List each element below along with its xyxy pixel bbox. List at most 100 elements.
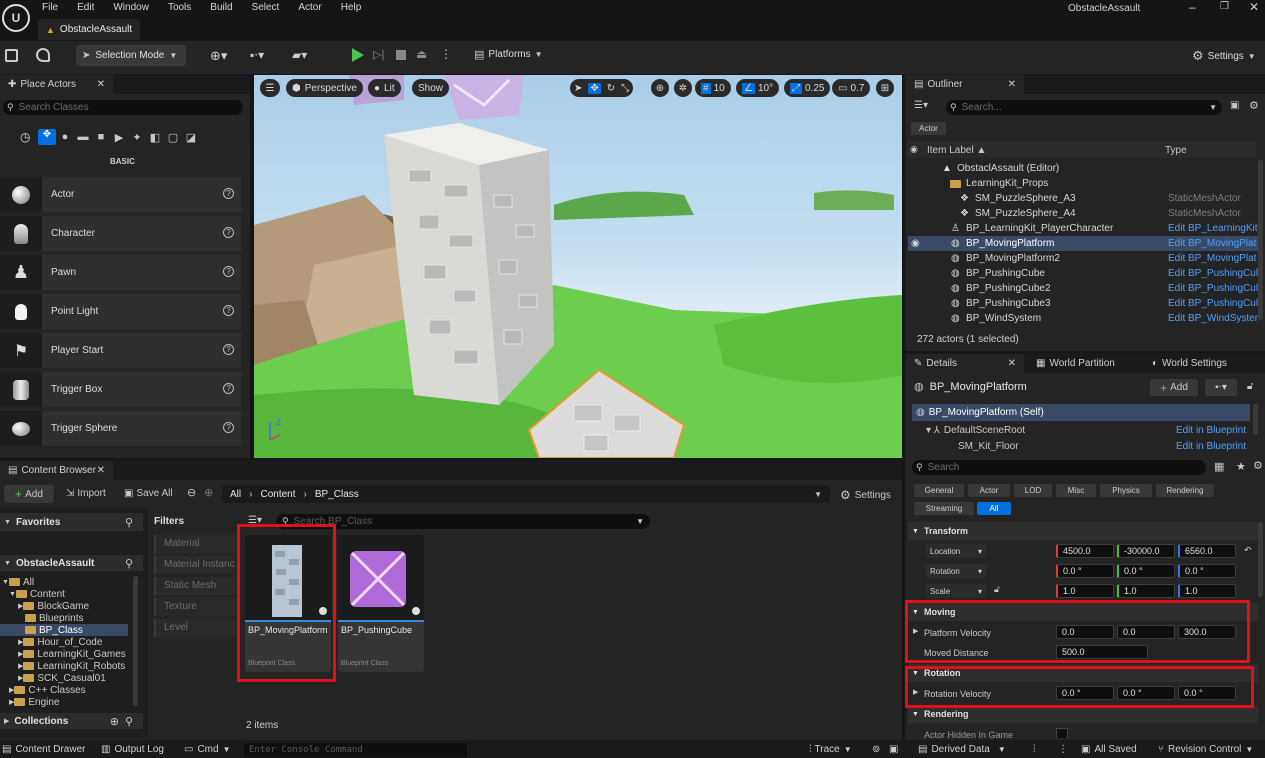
- level-viewport[interactable]: Z ☰ ⬢ Perspective ● Lit Show ➤ ✥ ↻ ⤡ ⊕ ✲…: [254, 75, 902, 458]
- help-icon[interactable]: ?: [223, 266, 234, 277]
- filter-streaming[interactable]: Streaming: [914, 502, 974, 515]
- restore-icon[interactable]: ❐: [1220, 1, 1229, 12]
- filter-misc[interactable]: Misc: [1056, 484, 1096, 497]
- help-icon[interactable]: ?: [223, 188, 234, 199]
- menu-tools[interactable]: Tools: [168, 2, 191, 13]
- edit-blueprint-link[interactable]: Edit BP_PushingCul: [1168, 268, 1258, 279]
- crumb-all[interactable]: All: [230, 489, 241, 500]
- blueprint-options-icon[interactable]: ▪⋅▾: [1205, 379, 1237, 396]
- add-collection-icon[interactable]: ⊕: [110, 715, 119, 728]
- tree-item-hour-of-code[interactable]: ▶ Hour_of_Code: [18, 636, 102, 648]
- menu-file[interactable]: File: [42, 2, 58, 13]
- save-icon[interactable]: [5, 49, 18, 62]
- outliner-row[interactable]: LearningKit_Props: [908, 176, 1258, 191]
- blueprint-icon[interactable]: ▪⋅▾: [250, 48, 264, 62]
- outliner-row[interactable]: ◍ BP_PushingCube3 Edit BP_PushingCul: [908, 296, 1258, 311]
- place-actor-item[interactable]: Trigger Sphere ?: [0, 411, 241, 446]
- volumes-icon[interactable]: ◧: [146, 131, 164, 144]
- rotation-snap-button[interactable]: ∠ 10°: [736, 79, 780, 97]
- help-icon[interactable]: ?: [223, 227, 234, 238]
- viewport-menu-button[interactable]: ☰: [260, 79, 280, 97]
- details-settings-icon[interactable]: ⚙: [1253, 459, 1263, 472]
- component-self[interactable]: ◍ BP_MovingPlatform (Self): [912, 404, 1250, 421]
- place-actors-tab[interactable]: ✚ Place Actors ✕: [0, 75, 113, 94]
- content-browser-tab[interactable]: ▤ Content Browser ✕: [0, 461, 113, 480]
- forward-icon[interactable]: ⊕: [204, 486, 213, 499]
- filter-lod[interactable]: LOD: [1014, 484, 1052, 497]
- rotation-z-field[interactable]: 0.0 °: [1178, 564, 1236, 578]
- outliner-scrollbar[interactable]: [1258, 160, 1263, 320]
- favorites-star-icon[interactable]: ★: [1236, 460, 1246, 473]
- lit-button[interactable]: ● Lit: [368, 79, 401, 97]
- help-icon[interactable]: ?: [223, 344, 234, 355]
- revision-control-dropdown[interactable]: ⑂ Revision Control ▼: [1158, 744, 1253, 755]
- console-input[interactable]: Enter Console Command: [244, 743, 467, 757]
- place-actor-item[interactable]: ⚑ Player Start ?: [0, 333, 241, 368]
- tree-item-blockgame[interactable]: ▶ BlockGame: [18, 600, 89, 612]
- outliner-search-input[interactable]: ⚲ Search... ▼: [946, 100, 1222, 115]
- components-scrollbar[interactable]: [1253, 404, 1258, 434]
- filter-icon[interactable]: ☰▾: [914, 100, 928, 111]
- place-actor-item[interactable]: Point Light ?: [0, 294, 241, 329]
- edit-blueprint-link[interactable]: Edit BP_MovingPlat: [1168, 238, 1256, 249]
- output-log-button[interactable]: ▥ Output Log: [101, 744, 164, 755]
- place-actor-item[interactable]: Actor ?: [0, 177, 241, 212]
- maximize-viewport-icon[interactable]: ⊞: [876, 79, 894, 97]
- platforms-dropdown[interactable]: ▤ Platforms ▼: [474, 48, 543, 61]
- outliner-row[interactable]: ❖ SM_PuzzleSphere_A3 StaticMeshActor: [908, 191, 1258, 206]
- close-tab-icon[interactable]: ✕: [1008, 358, 1016, 369]
- outliner-settings-icon[interactable]: ⚙: [1249, 99, 1259, 112]
- outliner-tab[interactable]: ▤ Outliner ✕: [906, 75, 1024, 94]
- filter-general[interactable]: General: [914, 484, 964, 497]
- add-component-button[interactable]: + Add: [1150, 379, 1198, 396]
- crumb-bp-class[interactable]: BP_Class: [315, 489, 359, 500]
- stop-icon[interactable]: [396, 50, 406, 60]
- recent-icon[interactable]: ◷: [20, 130, 38, 144]
- chevron-down-icon[interactable]: ▼: [814, 490, 822, 499]
- filter-rendering[interactable]: Rendering: [1156, 484, 1214, 497]
- edit-blueprint-link[interactable]: Edit BP_LearningKit: [1168, 223, 1258, 234]
- visual-effects-icon[interactable]: ▶: [110, 131, 128, 144]
- rotation-y-field[interactable]: 0.0 °: [1117, 564, 1175, 578]
- outliner-row[interactable]: ❖ SM_PuzzleSphere_A4 StaticMeshActor: [908, 206, 1258, 221]
- property-matrix-icon[interactable]: ▦: [1214, 460, 1224, 473]
- component-root[interactable]: ▾ ⅄ DefaultSceneRoot Edit in Blueprint: [912, 423, 1250, 437]
- filter-material-instance[interactable]: Material Instanc: [154, 556, 236, 574]
- cb-import-button[interactable]: ⇲ Import: [66, 488, 106, 499]
- world-local-icon[interactable]: ⊕: [651, 79, 669, 97]
- edit-blueprint-link[interactable]: Edit BP_PushingCul: [1168, 298, 1258, 309]
- transform-category[interactable]: ▼ Transform: [908, 522, 1258, 540]
- world-settings-tab[interactable]: ◐ World Settings: [1144, 354, 1235, 373]
- edit-in-blueprint-link[interactable]: Edit in Blueprint: [1176, 441, 1246, 451]
- screenshot-icon[interactable]: ▣: [889, 744, 898, 755]
- translate-icon[interactable]: ✥: [588, 82, 601, 94]
- location-y-field[interactable]: -30000.0: [1117, 544, 1175, 558]
- reset-arrow-icon[interactable]: ↶: [1244, 545, 1252, 556]
- filter-actor[interactable]: Actor: [968, 484, 1010, 497]
- edit-blueprint-link[interactable]: Edit BP_PushingCul: [1168, 283, 1258, 294]
- minimize-icon[interactable]: –: [1189, 0, 1196, 14]
- outliner-row[interactable]: ◍ BP_WindSystem Edit BP_WindSyster: [908, 311, 1258, 326]
- tree-item-learningkit-games[interactable]: ▶ LearningKit_Games: [18, 648, 126, 660]
- status-more-icon[interactable]: ⋮: [1058, 744, 1068, 755]
- close-tab-icon[interactable]: ✕: [97, 465, 105, 476]
- edit-in-blueprint-link[interactable]: Edit in Blueprint: [1176, 425, 1246, 436]
- menu-actor[interactable]: Actor: [298, 2, 321, 13]
- settings-dropdown[interactable]: ⚙ Settings ▼: [1192, 48, 1256, 64]
- help-icon[interactable]: ?: [223, 305, 234, 316]
- cb-add-button[interactable]: + Add: [4, 485, 54, 503]
- scale-x-field[interactable]: 1.0: [1056, 584, 1114, 598]
- tree-item-all[interactable]: ▼ All: [2, 576, 34, 588]
- outliner-row-selected[interactable]: ◉ ◍ BP_MovingPlatform Edit BP_MovingPlat: [908, 236, 1258, 251]
- close-tab-icon[interactable]: ✕: [97, 79, 105, 90]
- outliner-row[interactable]: ▲ ObstaclAssault (Editor): [908, 161, 1258, 176]
- tree-item-learningkit-robots[interactable]: ▶ LearningKit_Robots: [18, 660, 125, 672]
- favorites-header[interactable]: ▼ Favorites ⚲: [0, 513, 143, 531]
- search-icon[interactable]: ⚲: [125, 715, 133, 728]
- derived-data-dropdown[interactable]: ▤ Derived Data ▼: [918, 744, 1006, 755]
- tree-item-content[interactable]: ▼ Content: [9, 588, 65, 600]
- component-floor[interactable]: SM_Kit_Floor Edit in Blueprint: [912, 441, 1250, 451]
- actor-filter-chip[interactable]: Actor: [911, 122, 946, 135]
- tree-item-cpp-classes[interactable]: ▶ C++ Classes: [9, 684, 86, 696]
- outliner-row[interactable]: ◍ BP_PushingCube Edit BP_PushingCul: [908, 266, 1258, 281]
